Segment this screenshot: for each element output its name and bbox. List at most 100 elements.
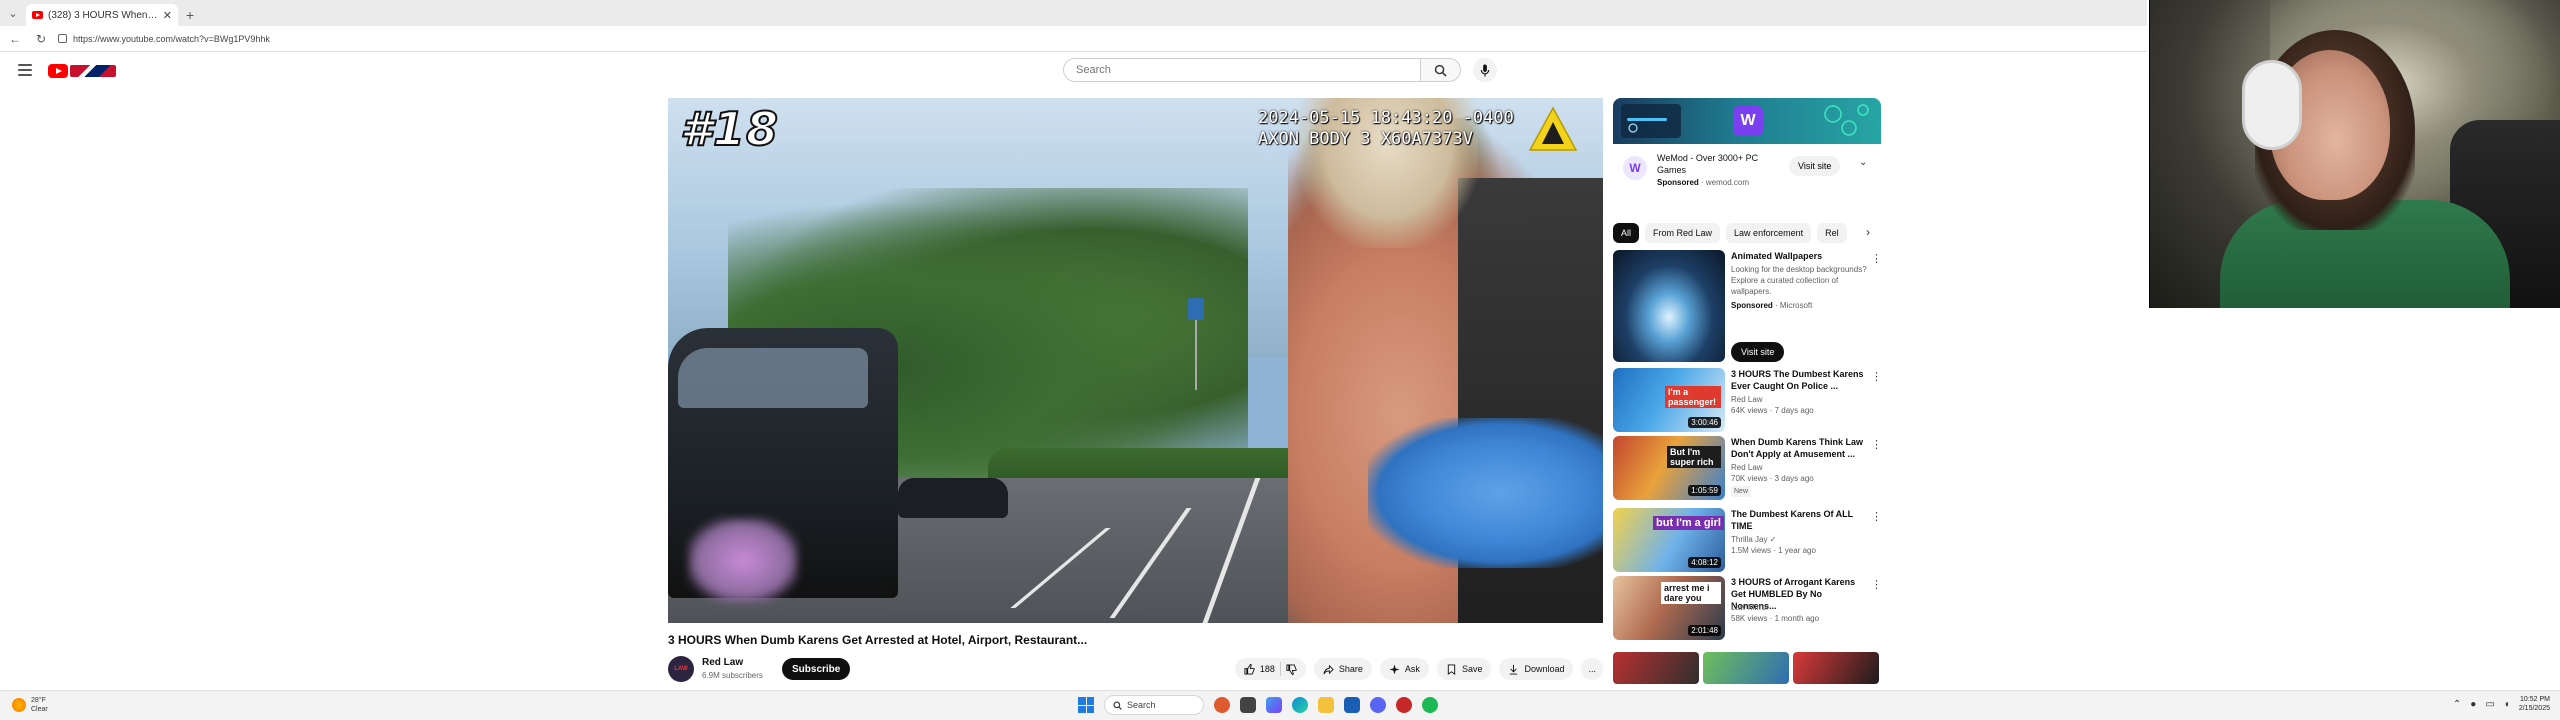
save-button[interactable]: Save — [1436, 658, 1492, 680]
recommendation-channel[interactable]: Thrilla Jay — [1731, 535, 1767, 544]
file-explorer-icon[interactable] — [1318, 697, 1334, 713]
ad-visit-site-button[interactable]: Visit site — [1789, 156, 1841, 176]
recommendation-channel-row: Thrilla Jay ✓ — [1731, 534, 1869, 545]
weather-widget[interactable]: 28°F Clear — [12, 696, 48, 714]
parked-car — [898, 478, 1008, 518]
more-options-icon[interactable]: ⋮ — [1871, 578, 1882, 591]
recommendation-thumbnail[interactable] — [1793, 652, 1879, 684]
edge-browser-icon[interactable] — [1292, 697, 1308, 713]
chip-related[interactable]: Rel — [1817, 223, 1847, 243]
chips-next-chevron-icon[interactable]: › — [1858, 222, 1878, 242]
network-icon[interactable]: ▭ — [2485, 699, 2494, 710]
ad-title[interactable]: WeMod - Over 3000+ PC Games — [1657, 152, 1777, 176]
recommendation-channel[interactable]: Red Law — [1731, 394, 1869, 405]
owner-row: LAW Red Law 6.9M subscribers Subscribe 1… — [668, 654, 1603, 684]
chip-law-enforcement[interactable]: Law enforcement — [1726, 223, 1812, 243]
system-clock[interactable]: 10:52 PM 2/15/2025 — [2519, 695, 2550, 713]
recommendation-title[interactable]: Animated Wallpapers — [1731, 250, 1869, 262]
site-info-icon[interactable] — [58, 34, 67, 43]
recommendation-title[interactable]: The Dumbest Karens Of ALL TIME — [1731, 508, 1869, 532]
copilot-icon[interactable] — [1266, 697, 1282, 713]
channel-name-link[interactable]: Red Law — [702, 657, 743, 668]
menu-icon[interactable] — [18, 64, 32, 76]
video-frame-blue-glove — [1368, 418, 1603, 568]
reload-icon[interactable]: ↻ — [32, 30, 50, 48]
discord-icon[interactable] — [1370, 697, 1386, 713]
more-options-icon[interactable]: ⋮ — [1871, 252, 1882, 265]
download-button[interactable]: Download — [1499, 658, 1574, 680]
recommendation-thumbnail[interactable] — [1703, 652, 1789, 684]
youtube-logo-icon[interactable] — [48, 64, 68, 78]
sponsored-ad-card[interactable]: W W WeMod - Over 3000+ PC Games Sponsore… — [1613, 98, 1881, 196]
axon-logo-icon — [1528, 106, 1578, 151]
recommendation-thumbnail[interactable] — [1613, 250, 1725, 362]
tab-list-chevron-icon[interactable]: ⌄ — [0, 0, 26, 26]
recommendation-title[interactable]: 3 HOURS The Dumbest Karens Ever Caught O… — [1731, 368, 1869, 392]
search-input[interactable] — [1063, 58, 1421, 82]
back-arrow-icon[interactable]: ← — [6, 30, 24, 48]
microphone-icon[interactable]: ● — [2470, 699, 2476, 710]
subscribe-button[interactable]: Subscribe — [782, 658, 851, 680]
clock-date: 2/15/2025 — [2518, 705, 2550, 712]
search-icon — [1113, 701, 1122, 710]
browser-tab-youtube[interactable]: (328) 3 HOURS When Dumb Karens ... ✕ — [26, 4, 178, 26]
advertiser-name: Microsoft — [1779, 301, 1813, 310]
video-player[interactable]: #18 2024-05-15 18:43:20 -0400 AXON BODY … — [668, 98, 1603, 623]
recommendation-item[interactable]: I'm a passenger! 3:00:46 3 HOURS The Dum… — [1613, 368, 1883, 432]
recommendation-thumbnail[interactable]: but I'm a girl 4:08:12 — [1613, 508, 1725, 572]
spotify-icon[interactable] — [1422, 697, 1438, 713]
tab-close-icon[interactable]: ✕ — [163, 9, 172, 22]
recommendation-title[interactable]: When Dumb Karens Think Law Don't Apply a… — [1731, 436, 1869, 460]
recommendation-channel[interactable]: Red Law — [1731, 462, 1869, 473]
more-options-icon[interactable]: ⋮ — [1871, 370, 1882, 383]
more-options-icon[interactable]: ⋮ — [1871, 438, 1882, 451]
ad-advertiser-logo[interactable]: W — [1623, 156, 1647, 180]
taskbar-app-icon[interactable] — [1214, 697, 1230, 713]
webcam-headset — [2242, 60, 2302, 150]
taskbar-search[interactable]: Search — [1104, 695, 1204, 715]
task-view-icon[interactable] — [1240, 697, 1256, 713]
new-badge: New — [1731, 486, 1752, 497]
recommendation-item[interactable]: but I'm a girl 4:08:12 The Dumbest Karen… — [1613, 508, 1883, 572]
search-button[interactable] — [1421, 58, 1461, 82]
recommendation-stats: 70K views · 3 days ago — [1731, 474, 1814, 483]
volume-icon[interactable]: ◖ — [2504, 699, 2510, 710]
share-button[interactable]: Share — [1313, 658, 1372, 680]
windows-start-icon[interactable] — [1078, 697, 1094, 713]
microsoft-store-icon[interactable] — [1344, 697, 1360, 713]
sponsored-label: Sponsored — [1731, 301, 1773, 310]
thumbs-down-icon[interactable] — [1286, 663, 1297, 675]
recommendation-channel[interactable]: Law Mirror — [1731, 602, 1869, 613]
recommendation-thumbnail[interactable]: But I'm super rich 1:05:59 — [1613, 436, 1725, 500]
visit-site-button[interactable]: Visit site — [1731, 342, 1785, 362]
bodycam-timestamp: 2024-05-15 18:43:20 -0400 AXON BODY 3 X6… — [1258, 108, 1514, 149]
recommendation-item[interactable]: arrest me i dare you 2:01:48 3 HOURS of … — [1613, 576, 1883, 640]
sponsored-recommendation[interactable]: Animated Wallpapers Looking for the desk… — [1613, 250, 1883, 362]
new-tab-button[interactable]: + — [178, 4, 202, 26]
channel-avatar[interactable]: LAW — [668, 656, 694, 682]
ask-button[interactable]: Ask — [1379, 658, 1429, 680]
chip-from-red-law[interactable]: From Red Law — [1645, 223, 1721, 243]
doodle-flag-logo[interactable] — [70, 65, 116, 77]
recommendation-thumbnail[interactable]: I'm a passenger! 3:00:46 — [1613, 368, 1725, 432]
thumbs-up-icon[interactable] — [1244, 663, 1255, 675]
voice-search-button[interactable] — [1473, 58, 1497, 82]
taskbar-app-icon[interactable] — [1396, 697, 1412, 713]
tab-title: (328) 3 HOURS When Dumb Karens ... — [48, 9, 158, 21]
chip-all[interactable]: All — [1613, 223, 1640, 243]
recommendation-thumbnail[interactable] — [1613, 652, 1699, 684]
video-duration: 3:00:46 — [1688, 417, 1721, 428]
url-field[interactable]: https://www.youtube.com/watch?v=BWg1PV9h… — [58, 29, 2137, 49]
recommendation-item[interactable]: But I'm super rich 1:05:59 When Dumb Kar… — [1613, 436, 1883, 500]
video-duration: 4:08:12 — [1688, 557, 1721, 568]
ask-label: Ask — [1404, 664, 1420, 674]
ad-expand-chevron-icon[interactable]: ⌄ — [1859, 157, 1867, 168]
like-count[interactable]: 188 — [1260, 664, 1275, 674]
share-label: Share — [1338, 664, 1363, 674]
recommendation-thumbnail[interactable]: arrest me i dare you 2:01:48 — [1613, 576, 1725, 640]
ad-banner-image[interactable]: W — [1613, 98, 1881, 144]
more-actions-button[interactable]: ... — [1581, 658, 1603, 680]
bookmark-icon — [1447, 663, 1456, 675]
tray-chevron-icon[interactable]: ⌃ — [2453, 699, 2461, 710]
more-options-icon[interactable]: ⋮ — [1871, 510, 1882, 523]
